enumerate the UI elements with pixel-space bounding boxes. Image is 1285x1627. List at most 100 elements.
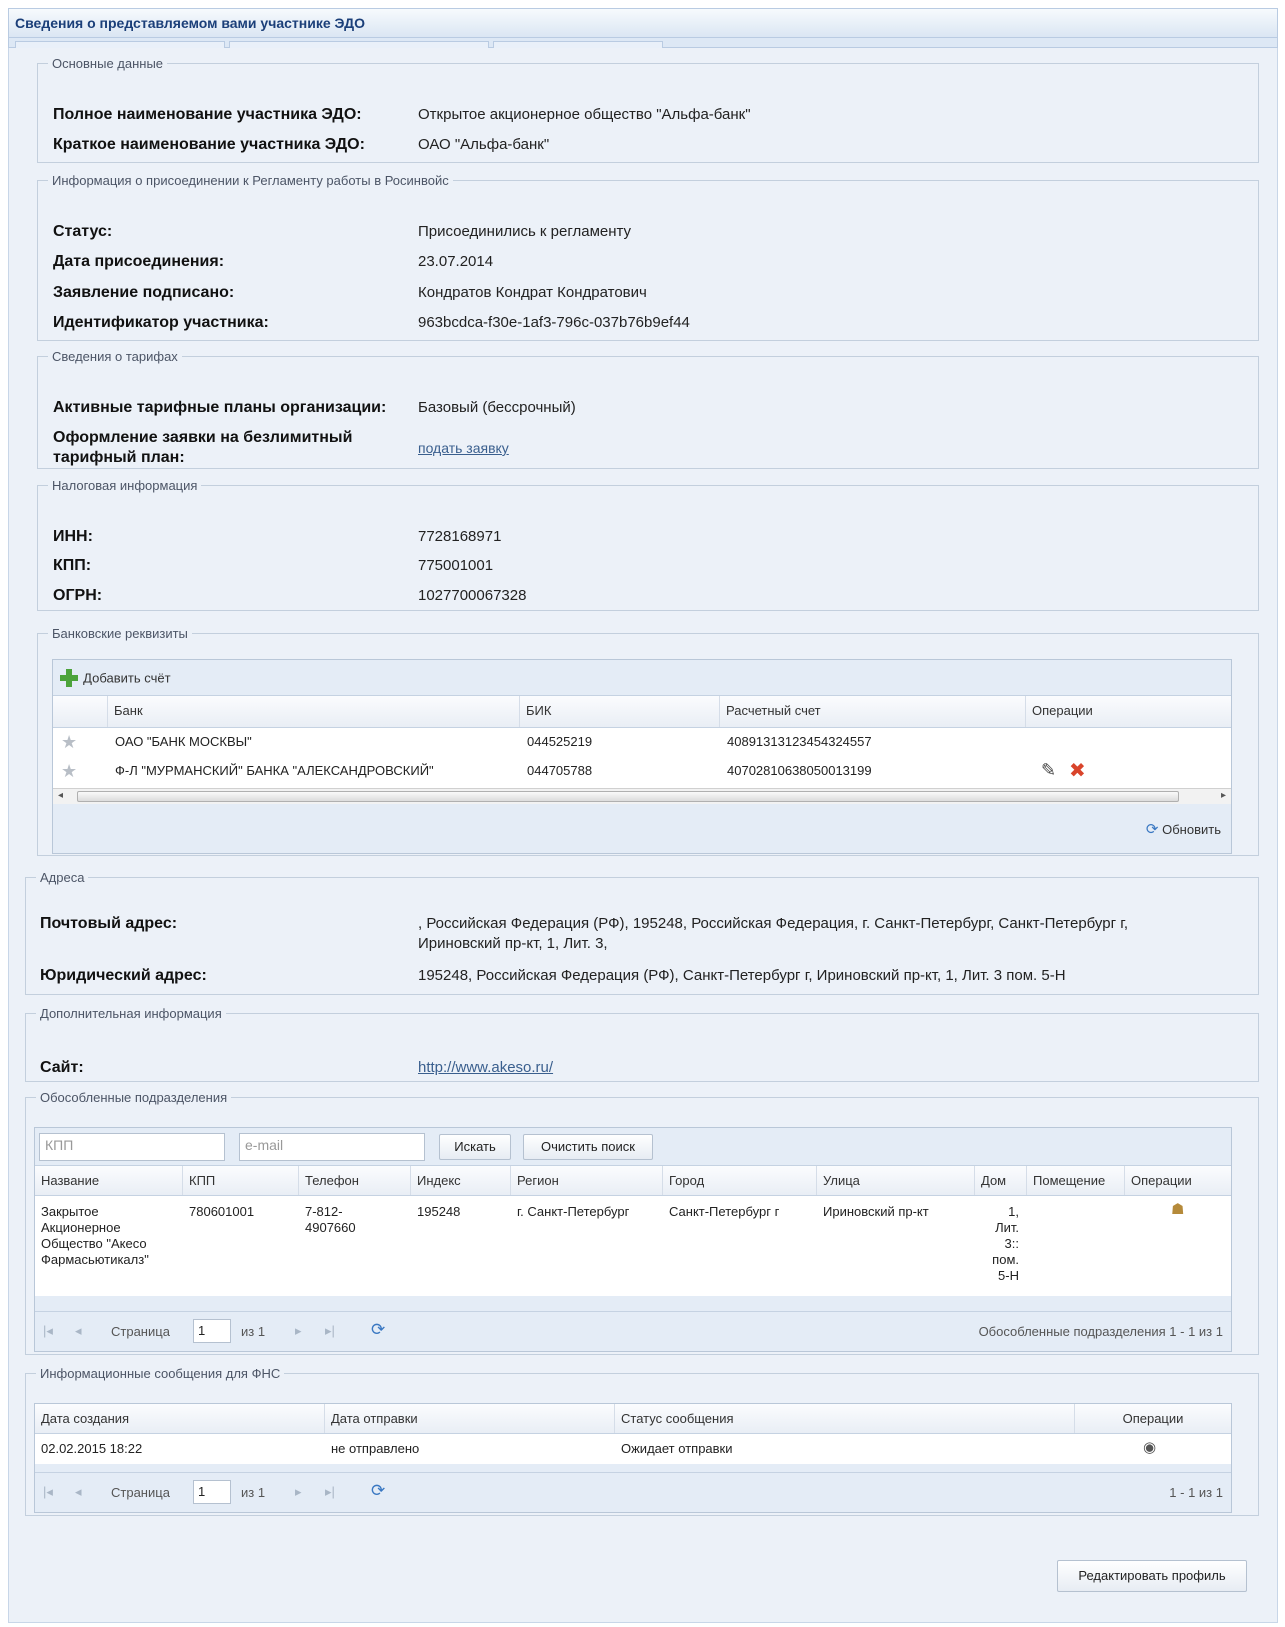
header-bank[interactable]: Банк [108, 696, 520, 727]
branch-name-line: Общество "Акесо [41, 1236, 147, 1251]
scroll-right-icon[interactable]: ▸ [1221, 790, 1226, 801]
edit-profile-button[interactable]: Редактировать профиль [1057, 1560, 1247, 1592]
page-number-input[interactable]: 1 [193, 1319, 231, 1343]
tariffs-legend: Сведения о тарифах [52, 349, 178, 364]
first-page-icon[interactable]: |◂ [43, 1323, 53, 1339]
branches-pager: |◂ ◂ Страница 1 из 1 ▸ ▸| ⟳ Обособленные… [35, 1311, 1231, 1351]
header-house[interactable]: Дом [975, 1166, 1027, 1195]
next-page-icon[interactable]: ▸ [295, 1323, 302, 1339]
fns-section: Информационные сообщения для ФНС Дата со… [25, 1366, 1259, 1516]
profile-panel: Основные данные Полное наименование учас… [8, 48, 1278, 1623]
message-sent: не отправлено [331, 1441, 420, 1456]
fns-grid-header: Дата создания Дата отправки Статус сообщ… [35, 1404, 1231, 1434]
branches-toolbar: КПП e-mail Искать Очистить поиск [35, 1128, 1231, 1166]
search-button[interactable]: Искать [439, 1134, 511, 1160]
active-tariff-value: Базовый (бессрочный) [418, 399, 576, 416]
table-row[interactable]: 02.02.2015 18:22 не отправлено Ожидает о… [35, 1434, 1231, 1464]
legal-address-value: 195248, Российская Федерация (РФ), Санкт… [418, 967, 1066, 984]
branch-city: Санкт-Петербург г [669, 1204, 780, 1219]
delete-icon[interactable]: ✖ [1069, 758, 1086, 783]
last-page-icon[interactable]: ▸| [325, 1323, 335, 1339]
branches-legend: Обособленные подразделения [40, 1090, 228, 1105]
view-icon[interactable]: ◉ [1143, 1438, 1156, 1456]
header-region[interactable]: Регион [511, 1166, 663, 1195]
reload-icon[interactable]: ⟳ [371, 1481, 385, 1501]
branch-house-line: Лит. [995, 1220, 1019, 1235]
postal-address-line2: Ириновский пр-кт, 1, Лит. 3, [418, 935, 608, 952]
table-row[interactable]: ★ ОАО "БАНК МОСКВЫ" 044525219 4089131312… [53, 728, 1231, 756]
bank-name: Ф-Л "МУРМАНСКИЙ" БАНКА "АЛЕКСАНДРОВСКИЙ" [115, 763, 434, 778]
table-row[interactable]: Закрытое Акционерное Общество "Акесо Фар… [35, 1196, 1231, 1296]
last-page-icon[interactable]: ▸| [325, 1484, 335, 1500]
branch-street: Ириновский пр-кт [823, 1204, 929, 1219]
add-account-label: Добавить счёт [83, 670, 171, 686]
branch-name-line: Закрытое [41, 1204, 99, 1219]
horizontal-scrollbar[interactable]: ◂ ▸ [53, 788, 1231, 804]
status-value: Присоединились к регламенту [418, 223, 632, 240]
email-search-input[interactable]: e-mail [239, 1133, 425, 1161]
bank-name: ОАО "БАНК МОСКВЫ" [115, 734, 252, 749]
clear-search-button[interactable]: Очистить поиск [523, 1134, 653, 1160]
page-label: Страница [111, 1324, 170, 1339]
branch-phone-line: 4907660 [305, 1220, 356, 1235]
header-created[interactable]: Дата создания [35, 1404, 325, 1433]
branch-phone-line: 7-812- [305, 1204, 343, 1219]
site-link[interactable]: http://www.akeso.ru/ [418, 1059, 553, 1076]
header-operations: Операции [1032, 703, 1093, 718]
header-branch-operations: Операции [1131, 1173, 1192, 1188]
basic-data-section: Основные данные Полное наименование учас… [37, 56, 1259, 163]
header-index[interactable]: Индекс [411, 1166, 511, 1195]
refresh-label: Обновить [1162, 822, 1221, 837]
branch-house-line: 5-Н [998, 1268, 1019, 1283]
user-edit-icon[interactable]: ☗ [1171, 1200, 1184, 1218]
tax-section: Налоговая информация ИНН: 7728168971 КПП… [37, 478, 1259, 611]
tab-strip [8, 38, 1278, 48]
header-street[interactable]: Улица [817, 1166, 975, 1195]
tab-2[interactable] [229, 41, 489, 48]
table-row[interactable]: ★ Ф-Л "МУРМАНСКИЙ" БАНКА "АЛЕКСАНДРОВСКИ… [53, 756, 1231, 786]
branches-section: Обособленные подразделения КПП e-mail Ис… [25, 1090, 1259, 1355]
bank-bik: 044705788 [527, 763, 593, 778]
branch-house: 1, Лит. 3:: пом. 5-Н [979, 1204, 1019, 1284]
join-date-label: Дата присоединения: [53, 253, 225, 270]
edit-icon[interactable]: ✎ [1041, 760, 1056, 781]
prev-page-icon[interactable]: ◂ [75, 1323, 82, 1339]
header-city[interactable]: Город [663, 1166, 817, 1195]
page-count: из 1 [241, 1485, 266, 1500]
inn-label: ИНН: [53, 528, 93, 545]
tab-1[interactable] [15, 41, 225, 48]
header-name[interactable]: Название [35, 1166, 183, 1195]
add-account-button[interactable]: Добавить счёт [59, 668, 171, 688]
addresses-legend: Адреса [40, 870, 85, 885]
next-page-icon[interactable]: ▸ [295, 1484, 302, 1500]
header-account[interactable]: Расчетный счет [720, 696, 1026, 727]
header-message-status[interactable]: Статус сообщения [615, 1404, 1075, 1433]
page-number-input[interactable]: 1 [193, 1480, 231, 1504]
prev-page-icon[interactable]: ◂ [75, 1484, 82, 1500]
first-page-icon[interactable]: |◂ [43, 1484, 53, 1500]
header-bik[interactable]: БИК [520, 696, 720, 727]
star-icon[interactable]: ★ [61, 732, 77, 753]
kpp-value: 775001001 [418, 557, 494, 574]
branch-name-line: Фармасьютикалз" [41, 1252, 149, 1267]
scroll-thumb[interactable] [77, 791, 1179, 802]
header-kpp[interactable]: КПП [183, 1166, 299, 1195]
branches-grid-header: Название КПП Телефон Индекс Регион Город… [35, 1166, 1231, 1196]
apply-unlimited-link[interactable]: подать заявку [418, 440, 509, 456]
header-sent[interactable]: Дата отправки [325, 1404, 615, 1433]
scroll-left-icon[interactable]: ◂ [58, 790, 63, 801]
tab-3[interactable] [493, 41, 663, 48]
refresh-button[interactable]: ⟳ Обновить [1146, 820, 1221, 838]
page-label: Страница [111, 1485, 170, 1500]
header-phone[interactable]: Телефон [299, 1166, 411, 1195]
message-created: 02.02.2015 18:22 [41, 1441, 143, 1456]
branch-house-line: 3:: [1004, 1236, 1019, 1251]
bank-section: Банковские реквизиты Добавить счёт Банк … [37, 626, 1259, 856]
kpp-search-input[interactable]: КПП [39, 1133, 225, 1161]
reload-icon[interactable]: ⟳ [371, 1320, 385, 1340]
branch-name-line: Акционерное [41, 1220, 121, 1235]
participant-id-value: 963bcdca-f30e-1af3-796c-037b76b9ef44 [418, 314, 690, 331]
header-room[interactable]: Помещение [1027, 1166, 1125, 1195]
star-icon[interactable]: ★ [61, 761, 77, 782]
add-icon [60, 669, 78, 687]
